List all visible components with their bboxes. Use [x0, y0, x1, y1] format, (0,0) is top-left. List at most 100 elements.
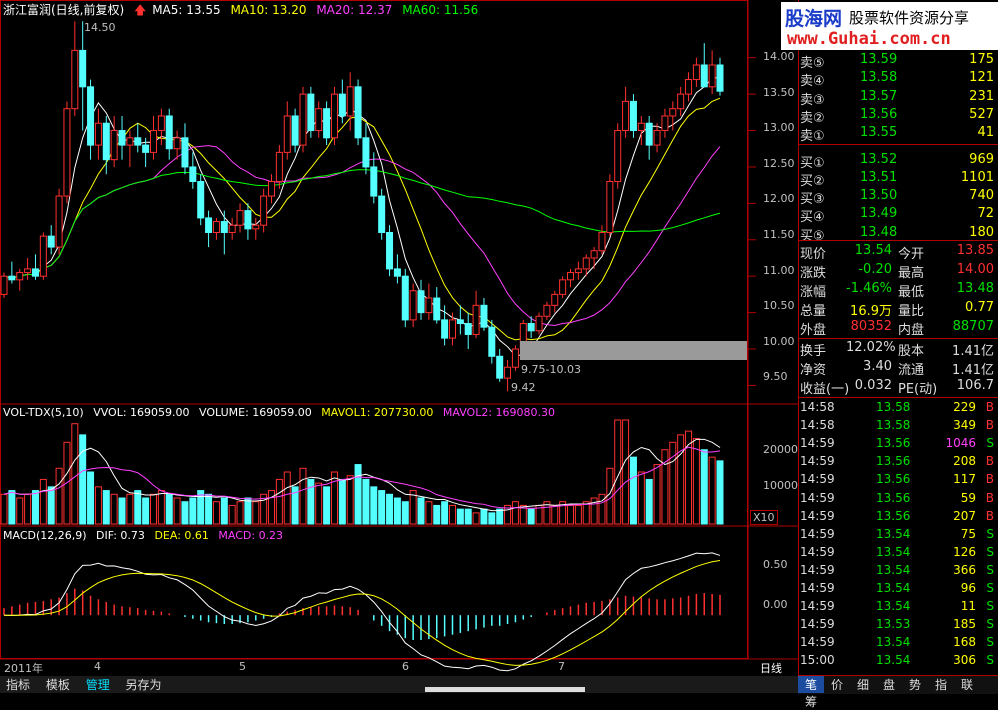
ma60-label: MA60: 11.56: [402, 3, 479, 17]
tick-time: 14:59: [800, 617, 835, 632]
tick-price: 13.54: [876, 562, 911, 577]
tick-row[interactable]: 14:59 13.54 168 S: [798, 635, 998, 653]
volume-bar: [157, 490, 165, 525]
tick-price: 13.58: [876, 418, 911, 433]
horizontal-scrollbar[interactable]: [425, 687, 585, 692]
volume-bar: [386, 493, 394, 525]
tick-row[interactable]: 14:59 13.56 117 B: [798, 472, 998, 490]
volume-bar: [173, 497, 181, 525]
buy-level-row[interactable]: 买④ 13.49 72: [798, 206, 998, 225]
fund-label: 净资: [800, 363, 827, 378]
tick-row[interactable]: 14:59 13.56 59 B: [798, 491, 998, 509]
volume-bar: [236, 501, 244, 525]
tick-row[interactable]: 14:59 13.53 185 S: [798, 617, 998, 635]
tab-save-as[interactable]: 另存为: [120, 676, 168, 693]
buy-level-row[interactable]: 买② 13.51 1101: [798, 170, 998, 189]
level-price: 13.56: [860, 106, 898, 122]
candle-body: [543, 304, 551, 317]
candle-body: [401, 275, 409, 321]
site-url: www.Guhai.com.cn: [787, 29, 951, 49]
quote-row: 外盘 80352 内盘 88707: [798, 319, 998, 338]
toolbar-button[interactable]: 联: [954, 676, 980, 693]
tick-side: B: [985, 472, 994, 487]
volume-bar: [622, 419, 630, 525]
tick-time: 14:59: [800, 599, 835, 614]
toolbar-button[interactable]: 盘: [876, 676, 902, 693]
volume-bar: [574, 504, 582, 525]
fund-label: 换手: [800, 344, 827, 359]
tick-row[interactable]: 14:59 13.54 11 S: [798, 599, 998, 617]
dif-line: [3, 552, 721, 672]
tab-manage[interactable]: 管理: [80, 676, 116, 693]
toolbar-button[interactable]: 指: [928, 676, 954, 693]
right-toolbar: 笔价细盘势指联筹: [798, 675, 998, 709]
tick-side: S: [986, 581, 994, 595]
tick-row[interactable]: 14:58 13.58 229 B: [798, 400, 998, 418]
candle-body: [378, 195, 386, 233]
candle-body: [165, 115, 173, 150]
tick-volume: 207: [953, 508, 976, 523]
volume-bar: [511, 501, 519, 525]
tick-row[interactable]: 14:59 13.56 1046 S: [798, 436, 998, 454]
candle-body: [669, 108, 677, 117]
candle-body: [606, 181, 614, 233]
tab-template[interactable]: 模板: [40, 676, 76, 693]
toolbar-button[interactable]: 价: [824, 676, 850, 693]
sell-level-row[interactable]: 卖③ 13.57 231: [798, 89, 998, 108]
quote-row: 总量 16.9万 量比 0.77: [798, 300, 998, 319]
candle-body: [126, 137, 134, 146]
level-volume: 175: [969, 52, 994, 67]
tick-price: 13.54: [876, 526, 911, 541]
mavol2-label: MAVOL2: 169080.30: [442, 406, 556, 419]
buy-level-row[interactable]: 买③ 13.50 740: [798, 188, 998, 207]
volume-bar: [126, 493, 134, 525]
candle-body: [441, 319, 449, 339]
tick-row[interactable]: 14:58 13.58 349 B: [798, 418, 998, 436]
tick-row[interactable]: 14:59 13.56 207 B: [798, 509, 998, 527]
toolbar-button[interactable]: 细: [850, 676, 876, 693]
volume-bar: [401, 501, 409, 525]
candle-body: [110, 130, 118, 161]
chart-area[interactable]: 浙江富润(日线,前复权) 🡅 MA5: 13.55 MA10: 13.20 MA…: [0, 0, 798, 693]
price-header: 浙江富润(日线,前复权) 🡅 MA5: 13.55 MA10: 13.20 MA…: [3, 1, 484, 22]
candle-body: [244, 210, 252, 230]
tick-row[interactable]: 15:00 13.54 306 S: [798, 653, 998, 671]
volume-bar: [244, 497, 252, 525]
tick-price: 13.53: [876, 617, 911, 632]
candle-body: [692, 64, 700, 81]
level-volume: 740: [969, 188, 994, 204]
toolbar-button[interactable]: 笔: [798, 676, 824, 693]
tick-row[interactable]: 14:59 13.56 208 B: [798, 454, 998, 472]
volume-bar: [393, 497, 401, 525]
mavol1-label: MAVOL1: 207730.00: [321, 406, 434, 419]
tab-indicator[interactable]: 指标: [0, 676, 36, 693]
kline-chart[interactable]: [0, 0, 798, 693]
sell-level-row[interactable]: 卖② 13.56 527: [798, 106, 998, 126]
sell-level-row[interactable]: 卖④ 13.58 121: [798, 70, 998, 89]
sell-level-row[interactable]: 卖① 13.55 41: [798, 125, 998, 144]
tick-row[interactable]: 14:59 13.54 96 S: [798, 581, 998, 599]
book-divider: [798, 240, 998, 241]
quote-divider: [798, 338, 998, 339]
period-label[interactable]: 日线: [760, 660, 782, 676]
volume-bar: [708, 456, 716, 525]
tick-row[interactable]: 14:59 13.54 75 S: [798, 527, 998, 545]
volume-bar: [71, 423, 79, 525]
buy-level-row[interactable]: 买① 13.52 969: [798, 152, 998, 171]
ma10-label: MA10: 13.20: [230, 3, 307, 17]
quote-label: 涨跌: [800, 266, 827, 281]
tick-side: B: [985, 418, 994, 433]
tick-row[interactable]: 14:59 13.54 366 S: [798, 563, 998, 581]
tick-row[interactable]: 14:59 13.54 126 S: [798, 545, 998, 563]
toolbar-button[interactable]: 筹: [798, 693, 824, 710]
price-tick: 11.00: [763, 264, 795, 277]
sell-level-row[interactable]: 卖⑤ 13.59 175: [798, 52, 998, 71]
candle-body: [614, 130, 622, 183]
tick-time: 14:59: [800, 490, 835, 505]
vol-header: VOL-TDX(5,10) VVOL: 169059.00 VOLUME: 16…: [3, 406, 561, 419]
volume-bar: [362, 478, 370, 525]
fundamental-row: 换手 12.02% 股本 1.41亿: [798, 340, 998, 359]
candle-body: [574, 268, 582, 274]
fund-label: 收益(一): [800, 382, 850, 397]
toolbar-button[interactable]: 势: [902, 676, 928, 693]
